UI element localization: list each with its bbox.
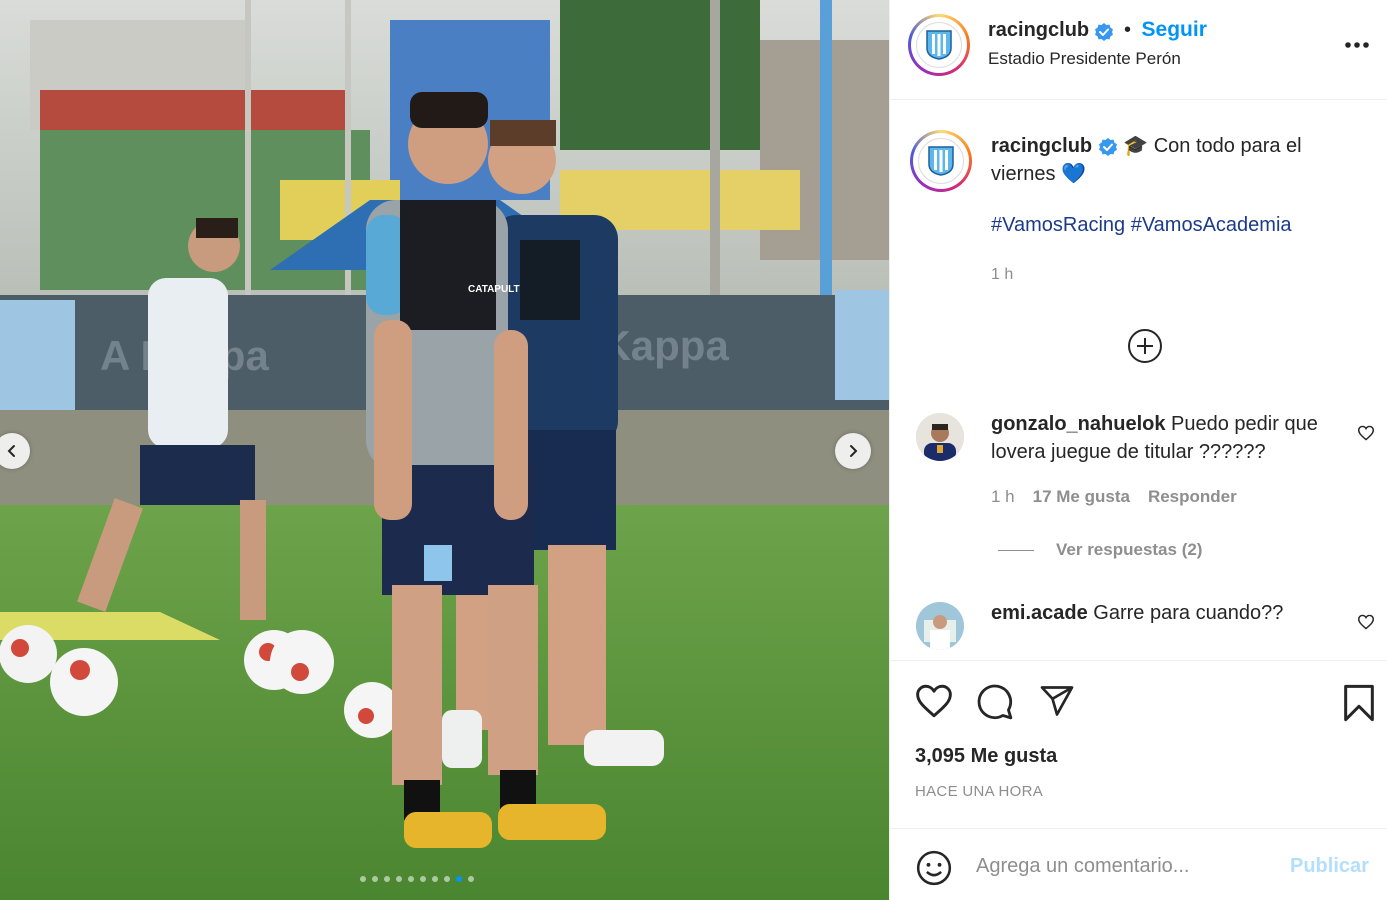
emoji-button[interactable] [915,849,953,892]
racing-club-logo-icon [926,30,952,60]
comments-list[interactable]: racingclub 🎓 Con todo para el viernes 💙 … [890,100,1387,660]
comment-item: emi.acade Garre para cuando?? [916,602,1375,660]
carousel-indicator [360,876,474,882]
caption-hashtags: #VamosRacing #VamosAcademia [991,214,1292,237]
carousel-dot [468,876,474,882]
like-comment-button[interactable] [1357,614,1375,635]
carousel-dot [420,876,426,882]
carousel-dot [396,876,402,882]
save-button[interactable] [1342,683,1376,728]
comment-composer: Publicar [890,828,1387,900]
carousel-dot [456,876,462,882]
comment-bubble-icon [977,684,1013,720]
bookmark-icon [1344,684,1374,722]
post-image[interactable]: A Kappa A Kappa CATAPULT [0,0,889,900]
chevron-left-icon [7,445,15,457]
post-actions: 3,095 Me gusta HACE UNA HORA [890,660,1387,828]
author-username[interactable]: racingclub [988,19,1089,41]
heart-icon [916,684,952,718]
more-options-icon [1345,42,1369,48]
share-button[interactable] [1038,683,1076,724]
plus-circle-icon [1128,329,1162,363]
user-avatar-image [916,602,964,650]
more-options-button[interactable] [1344,37,1370,55]
user-avatar-image [916,413,964,461]
hashtag-link[interactable]: #VamosAcademia [1131,214,1292,236]
comment-time[interactable]: 1 h [991,487,1015,507]
heart-outline-icon [1357,425,1375,441]
reply-button[interactable]: Responder [1148,487,1237,507]
comment-likes[interactable]: 17 Me gusta [1033,487,1130,507]
commenter-username[interactable]: gonzalo_nahuelok [991,413,1165,435]
paper-plane-icon [1040,686,1074,716]
svg-text:CATAPULT: CATAPULT [468,284,520,295]
heart-outline-icon [1357,614,1375,630]
chevron-right-icon [850,445,858,457]
caption-time[interactable]: 1 h [991,266,1013,284]
carousel-dot [360,876,366,882]
carousel-dot [432,876,438,882]
smiley-icon [916,850,952,886]
caption: racingclub 🎓 Con todo para el viernes 💙 [991,132,1331,188]
separator-dot: • [1124,19,1132,41]
carousel-dot [384,876,390,882]
publish-button[interactable]: Publicar [1290,855,1369,878]
comment-text: Garre para cuando?? [1093,602,1284,624]
caption-author-avatar[interactable] [910,130,972,192]
comment-button[interactable] [976,683,1014,726]
training-photo: A Kappa A Kappa CATAPULT [0,0,889,900]
commenter-avatar[interactable] [916,602,964,650]
commenter-username[interactable]: emi.acade [991,602,1088,624]
post-location[interactable]: Estadio Presidente Perón [988,49,1181,69]
hashtag-link[interactable]: #VamosRacing [991,214,1125,236]
comment-input[interactable] [976,849,1276,883]
verified-badge-icon [1098,137,1117,156]
author-avatar[interactable] [908,14,970,76]
commenter-avatar[interactable] [916,413,964,461]
comment-item: gonzalo_nahuelok Puedo pedir que lovera … [916,413,1375,523]
caption-username[interactable]: racingclub [991,135,1092,157]
load-more-comments-button[interactable] [1127,328,1163,369]
carousel-dot [408,876,414,882]
like-button[interactable] [914,683,954,724]
likes-count[interactable]: 3,095 Me gusta [915,745,1057,768]
post-sidebar: racingclub • Seguir Estadio Presidente P… [889,0,1387,900]
racing-club-logo-icon [928,146,954,176]
carousel-next-button[interactable] [835,433,871,469]
carousel-dot [372,876,378,882]
like-comment-button[interactable] [1357,425,1375,446]
post-timestamp[interactable]: HACE UNA HORA [915,783,1043,800]
carousel-dot [444,876,450,882]
follow-button[interactable]: Seguir [1142,18,1207,41]
view-replies-button[interactable]: Ver respuestas (2) [998,540,1202,560]
replies-divider [998,549,1034,551]
view-replies-label: Ver respuestas (2) [1056,540,1203,559]
verified-badge-icon [1094,22,1113,41]
post-header: racingclub • Seguir Estadio Presidente P… [890,0,1387,100]
